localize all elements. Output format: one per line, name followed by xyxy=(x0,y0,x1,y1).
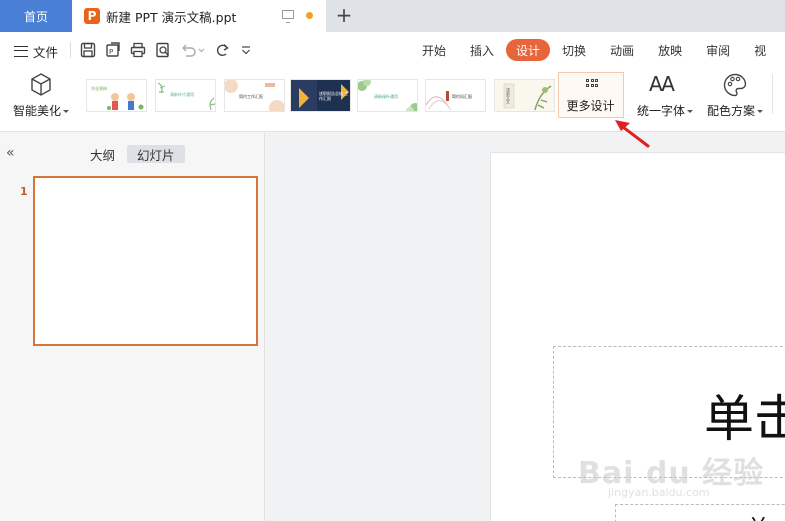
export-icon[interactable]: P xyxy=(104,41,122,59)
subtitle-placeholder-text: 单 xyxy=(746,509,770,521)
monitor-icon[interactable] xyxy=(282,10,294,23)
tab-outline[interactable]: 大纲 xyxy=(90,145,115,163)
file-menu-button[interactable]: 文件 xyxy=(14,42,58,60)
grid-icon xyxy=(586,79,598,91)
save-icon[interactable] xyxy=(79,41,97,59)
color-scheme-label: 配色方案 xyxy=(702,102,768,119)
file-menu-label: 文件 xyxy=(33,44,59,60)
window-tab-bar: 首页 P 新建 PPT 演示文稿.ppt + xyxy=(0,0,785,32)
document-title: 新建 PPT 演示文稿.ppt xyxy=(106,9,237,25)
font-aa-icon: AA xyxy=(649,72,675,96)
slide-number: 1 xyxy=(20,185,28,198)
template-6-title: 简约风汇报 xyxy=(452,94,472,99)
design-template-3[interactable]: 简约工作汇报 xyxy=(224,79,285,112)
ribbon-tab-review[interactable]: 审阅 xyxy=(694,39,742,61)
template-7-title: 清新文艺 xyxy=(506,88,511,104)
design-template-7[interactable]: 清新文艺 xyxy=(494,79,555,112)
customize-icon[interactable] xyxy=(239,41,253,59)
palette-icon xyxy=(723,73,747,97)
title-placeholder-text: 单击 xyxy=(704,390,785,448)
ribbon-tab-design[interactable]: 设计 xyxy=(506,39,551,61)
annotation-arrow-icon xyxy=(615,120,650,148)
ribbon-tab-animation[interactable]: 动画 xyxy=(598,39,646,61)
toolbar-divider xyxy=(70,42,71,58)
ribbon-tab-start[interactable]: 开始 xyxy=(410,39,458,61)
new-tab-plus-icon[interactable]: + xyxy=(334,4,354,26)
design-template-5[interactable]: 清新绿叶通用 xyxy=(357,79,418,112)
hamburger-icon xyxy=(14,45,28,57)
template-5-title: 清新绿叶通用 xyxy=(374,94,398,99)
svg-text:P: P xyxy=(109,48,113,56)
ribbon-tab-transition[interactable]: 切换 xyxy=(550,39,598,61)
smart-beautify-button[interactable]: 智能美化 xyxy=(10,72,72,122)
tab-slides[interactable]: 幻灯片 xyxy=(127,145,185,163)
design-template-1[interactable]: 毕业答辩 xyxy=(86,79,147,112)
ribbon-divider xyxy=(772,74,773,114)
slide-thumbnail-1[interactable] xyxy=(33,176,258,346)
undo-icon[interactable] xyxy=(180,41,208,59)
template-1-art xyxy=(107,93,144,110)
design-template-4[interactable]: 述职报告总结 工作汇报 xyxy=(290,79,351,112)
ribbon-tab-view[interactable]: 视 xyxy=(742,39,778,61)
template-3-title: 简约工作汇报 xyxy=(239,94,263,99)
print-icon[interactable] xyxy=(129,41,147,59)
ribbon-tab-insert[interactable]: 插入 xyxy=(458,39,506,61)
baidu-watermark: Bai du 经验 jingyan.baidu.com xyxy=(578,448,778,508)
slide-panel: « 大纲 幻灯片 1 xyxy=(0,133,265,521)
unsaved-dot-icon xyxy=(306,12,313,19)
design-template-2[interactable]: 清新叶片通用 xyxy=(155,79,216,112)
tab-document[interactable]: P 新建 PPT 演示文稿.ppt xyxy=(72,0,326,32)
print-preview-icon[interactable] xyxy=(154,41,172,59)
template-7-art xyxy=(503,83,552,111)
ribbon-tabs: 开始 插入 设计 切换 动画 放映 审阅 视 xyxy=(410,39,778,61)
template-4-title: 述职报告总结 工作汇报 xyxy=(319,91,349,101)
watermark-url: jingyan.baidu.com xyxy=(608,486,710,499)
ribbon: 文件 P 开始 插入 设计 切换 动画 放映 审阅 视 智能美化 毕业答辩 清新… xyxy=(0,32,785,132)
tab-home[interactable]: 首页 xyxy=(0,0,72,32)
template-2-title: 清新叶片通用 xyxy=(170,92,194,97)
collapse-panel-icon[interactable]: « xyxy=(6,145,15,161)
color-scheme-button[interactable]: 配色方案 xyxy=(702,72,768,122)
ppt-logo-icon: P xyxy=(84,8,100,24)
cube-icon xyxy=(31,73,51,96)
design-template-6[interactable]: 简约风汇报 xyxy=(425,79,486,112)
ribbon-tab-slideshow[interactable]: 放映 xyxy=(646,39,694,61)
smart-beautify-label: 智能美化 xyxy=(10,102,72,119)
redo-icon[interactable] xyxy=(213,41,231,59)
